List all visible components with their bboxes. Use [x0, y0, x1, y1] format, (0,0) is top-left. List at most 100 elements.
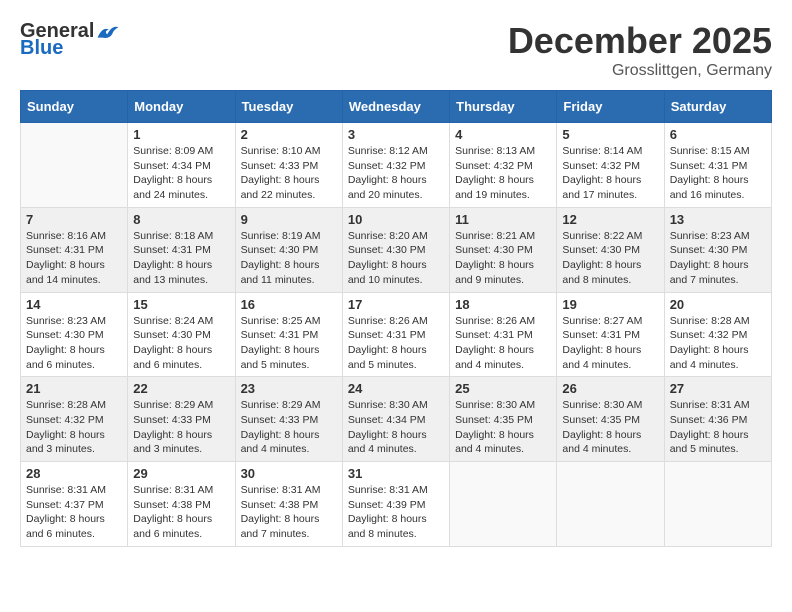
calendar-week-row: 28Sunrise: 8:31 AMSunset: 4:37 PMDayligh… [21, 462, 772, 547]
day-info: Sunrise: 8:26 AMSunset: 4:31 PMDaylight:… [348, 314, 444, 373]
day-number: 30 [241, 466, 337, 481]
day-info: Sunrise: 8:10 AMSunset: 4:33 PMDaylight:… [241, 144, 337, 203]
page-header: General Blue December 2025 Grosslittgen,… [20, 20, 772, 80]
day-number: 26 [562, 381, 658, 396]
calendar-cell: 30 Sunrise: 8:31 AMSunset: 4:38 PMDayligh… [235, 462, 342, 547]
day-info: Sunrise: 8:21 AMSunset: 4:30 PMDaylight:… [455, 229, 551, 288]
calendar-cell: 2 Sunrise: 8:10 AMSunset: 4:33 PMDaylight… [235, 123, 342, 208]
calendar-cell: 21Sunrise: 8:28 AMSunset: 4:32 PMDayligh… [21, 377, 128, 462]
day-info: Sunrise: 8:30 AMSunset: 4:35 PMDaylight:… [562, 398, 658, 457]
calendar-cell: 15Sunrise: 8:24 AMSunset: 4:30 PMDayligh… [128, 292, 235, 377]
day-number: 20 [670, 297, 766, 312]
calendar-cell: 19Sunrise: 8:27 AMSunset: 4:31 PMDayligh… [557, 292, 664, 377]
day-info: Sunrise: 8:28 AMSunset: 4:32 PMDaylight:… [670, 314, 766, 373]
calendar-cell: 18 Sunrise: 8:26 AMSunset: 4:31 PMDayligh… [450, 292, 557, 377]
day-info: Sunrise: 8:19 AMSunset: 4:30 PMDaylight:… [241, 229, 337, 288]
day-number: 18 [455, 297, 551, 312]
day-number: 27 [670, 381, 766, 396]
day-number: 23 [241, 381, 337, 396]
day-info: Sunrise: 8:23 AMSunset: 4:30 PMDaylight:… [670, 229, 766, 288]
day-number: 3 [348, 127, 444, 142]
weekday-header: Thursday [450, 91, 557, 123]
calendar-header-row: SundayMondayTuesdayWednesdayThursdayFrid… [21, 91, 772, 123]
day-info: Sunrise: 8:31 AMSunset: 4:36 PMDaylight:… [670, 398, 766, 457]
calendar-week-row: 1 Sunrise: 8:09 AMSunset: 4:34 PMDaylight… [21, 123, 772, 208]
day-number: 16 [241, 297, 337, 312]
weekday-header: Tuesday [235, 91, 342, 123]
calendar-cell: 9 Sunrise: 8:19 AMSunset: 4:30 PMDaylight… [235, 207, 342, 292]
calendar-cell: 8Sunrise: 8:18 AMSunset: 4:31 PMDaylight… [128, 207, 235, 292]
calendar-cell: 14Sunrise: 8:23 AMSunset: 4:30 PMDayligh… [21, 292, 128, 377]
day-info: Sunrise: 8:23 AMSunset: 4:30 PMDaylight:… [26, 314, 122, 373]
calendar-cell [450, 462, 557, 547]
calendar-cell [664, 462, 771, 547]
day-info: Sunrise: 8:28 AMSunset: 4:32 PMDaylight:… [26, 398, 122, 457]
calendar-cell: 13Sunrise: 8:23 AMSunset: 4:30 PMDayligh… [664, 207, 771, 292]
day-number: 17 [348, 297, 444, 312]
calendar-cell: 22Sunrise: 8:29 AMSunset: 4:33 PMDayligh… [128, 377, 235, 462]
day-number: 29 [133, 466, 229, 481]
day-number: 2 [241, 127, 337, 142]
calendar-cell: 26 Sunrise: 8:30 AMSunset: 4:35 PMDayligh… [557, 377, 664, 462]
day-number: 22 [133, 381, 229, 396]
title-block: December 2025 Grosslittgen, Germany [508, 20, 772, 80]
day-number: 9 [241, 212, 337, 227]
calendar-cell: 7 Sunrise: 8:16 AMSunset: 4:31 PMDaylight… [21, 207, 128, 292]
calendar-cell: 29 Sunrise: 8:31 AMSunset: 4:38 PMDayligh… [128, 462, 235, 547]
location-text: Grosslittgen, Germany [508, 62, 772, 80]
calendar-cell: 4Sunrise: 8:13 AMSunset: 4:32 PMDaylight… [450, 123, 557, 208]
day-info: Sunrise: 8:31 AMSunset: 4:37 PMDaylight:… [26, 483, 122, 542]
day-number: 31 [348, 466, 444, 481]
calendar-cell: 25 Sunrise: 8:30 AMSunset: 4:35 PMDayligh… [450, 377, 557, 462]
calendar-cell: 5Sunrise: 8:14 AMSunset: 4:32 PMDaylight… [557, 123, 664, 208]
calendar-cell [21, 123, 128, 208]
day-info: Sunrise: 8:13 AMSunset: 4:32 PMDaylight:… [455, 144, 551, 203]
day-info: Sunrise: 8:09 AMSunset: 4:34 PMDaylight:… [133, 144, 229, 203]
calendar-cell: 3 Sunrise: 8:12 AMSunset: 4:32 PMDaylight… [342, 123, 449, 208]
calendar-cell: 1 Sunrise: 8:09 AMSunset: 4:34 PMDaylight… [128, 123, 235, 208]
calendar-cell: 12 Sunrise: 8:22 AMSunset: 4:30 PMDayligh… [557, 207, 664, 292]
logo-blue-text: Blue [20, 37, 63, 60]
day-number: 7 [26, 212, 122, 227]
logo-bird-icon [96, 22, 120, 42]
calendar-cell: 6 Sunrise: 8:15 AMSunset: 4:31 PMDaylight… [664, 123, 771, 208]
day-number: 12 [562, 212, 658, 227]
calendar-week-row: 21Sunrise: 8:28 AMSunset: 4:32 PMDayligh… [21, 377, 772, 462]
weekday-header: Friday [557, 91, 664, 123]
calendar-cell: 23 Sunrise: 8:29 AMSunset: 4:33 PMDayligh… [235, 377, 342, 462]
calendar-cell: 27 Sunrise: 8:31 AMSunset: 4:36 PMDayligh… [664, 377, 771, 462]
calendar-week-row: 7 Sunrise: 8:16 AMSunset: 4:31 PMDaylight… [21, 207, 772, 292]
day-info: Sunrise: 8:26 AMSunset: 4:31 PMDaylight:… [455, 314, 551, 373]
day-info: Sunrise: 8:24 AMSunset: 4:30 PMDaylight:… [133, 314, 229, 373]
weekday-header: Monday [128, 91, 235, 123]
day-number: 6 [670, 127, 766, 142]
day-number: 24 [348, 381, 444, 396]
day-info: Sunrise: 8:30 AMSunset: 4:34 PMDaylight:… [348, 398, 444, 457]
day-info: Sunrise: 8:30 AMSunset: 4:35 PMDaylight:… [455, 398, 551, 457]
day-info: Sunrise: 8:31 AMSunset: 4:38 PMDaylight:… [133, 483, 229, 542]
day-number: 11 [455, 212, 551, 227]
day-number: 25 [455, 381, 551, 396]
day-info: Sunrise: 8:15 AMSunset: 4:31 PMDaylight:… [670, 144, 766, 203]
day-info: Sunrise: 8:29 AMSunset: 4:33 PMDaylight:… [241, 398, 337, 457]
calendar-cell: 20 Sunrise: 8:28 AMSunset: 4:32 PMDayligh… [664, 292, 771, 377]
calendar-week-row: 14Sunrise: 8:23 AMSunset: 4:30 PMDayligh… [21, 292, 772, 377]
month-title: December 2025 [508, 20, 772, 62]
logo: General Blue [20, 20, 120, 60]
day-info: Sunrise: 8:31 AMSunset: 4:38 PMDaylight:… [241, 483, 337, 542]
calendar-cell: 16Sunrise: 8:25 AMSunset: 4:31 PMDayligh… [235, 292, 342, 377]
calendar-cell: 11 Sunrise: 8:21 AMSunset: 4:30 PMDayligh… [450, 207, 557, 292]
weekday-header: Sunday [21, 91, 128, 123]
calendar-table: SundayMondayTuesdayWednesdayThursdayFrid… [20, 90, 772, 547]
calendar-cell: 17 Sunrise: 8:26 AMSunset: 4:31 PMDayligh… [342, 292, 449, 377]
calendar-cell: 28Sunrise: 8:31 AMSunset: 4:37 PMDayligh… [21, 462, 128, 547]
day-info: Sunrise: 8:16 AMSunset: 4:31 PMDaylight:… [26, 229, 122, 288]
day-info: Sunrise: 8:22 AMSunset: 4:30 PMDaylight:… [562, 229, 658, 288]
calendar-cell: 10Sunrise: 8:20 AMSunset: 4:30 PMDayligh… [342, 207, 449, 292]
day-info: Sunrise: 8:14 AMSunset: 4:32 PMDaylight:… [562, 144, 658, 203]
day-info: Sunrise: 8:31 AMSunset: 4:39 PMDaylight:… [348, 483, 444, 542]
day-number: 1 [133, 127, 229, 142]
day-info: Sunrise: 8:12 AMSunset: 4:32 PMDaylight:… [348, 144, 444, 203]
day-info: Sunrise: 8:20 AMSunset: 4:30 PMDaylight:… [348, 229, 444, 288]
day-info: Sunrise: 8:18 AMSunset: 4:31 PMDaylight:… [133, 229, 229, 288]
